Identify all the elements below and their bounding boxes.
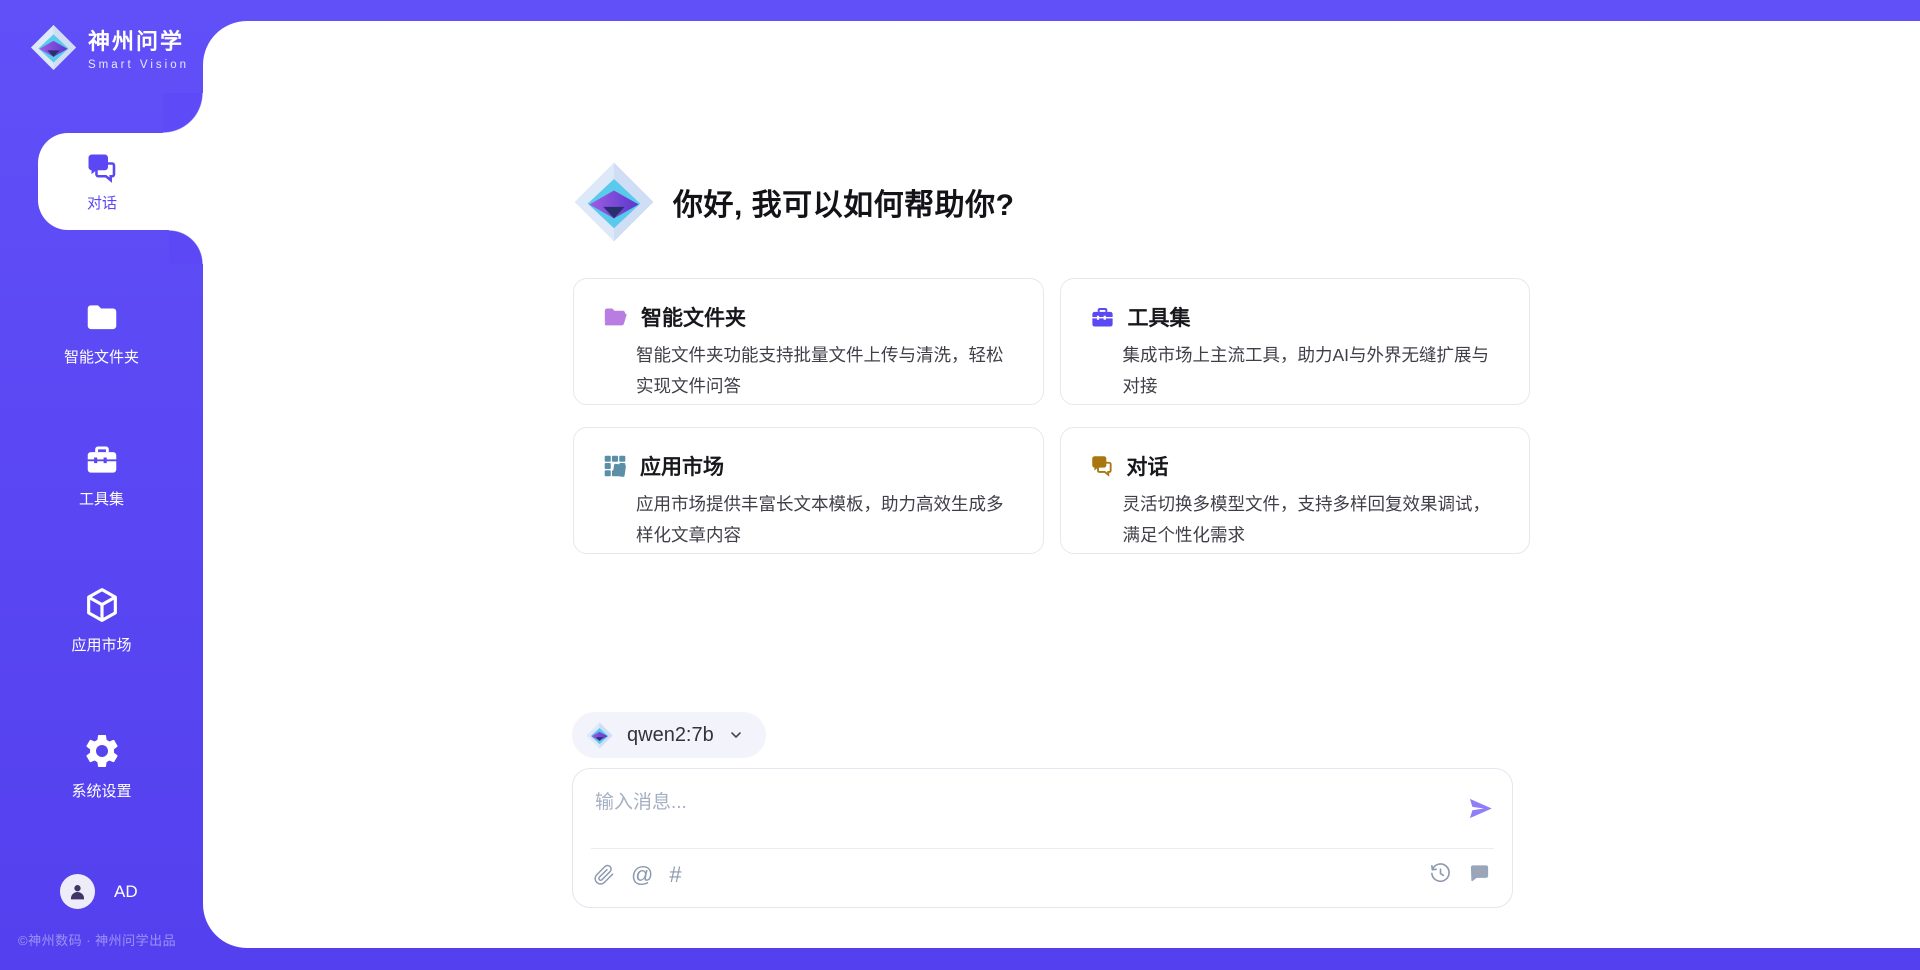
folder-icon [83,299,121,337]
sidebar-item-label: 工具集 [79,488,124,509]
at-icon[interactable]: @ [631,862,653,888]
brand-subtitle: Smart Vision [88,59,189,71]
gear-icon [82,731,122,771]
history-icon[interactable] [1429,862,1452,885]
copyright-text: ©神州数码 · 神州问学出品 [18,930,176,949]
card-title: 智能文件夹 [641,302,746,332]
model-diamond-icon [586,722,613,749]
sidebar-item-label: 智能文件夹 [64,346,139,367]
sidebar-item-chat[interactable]: 对话 [38,133,210,230]
card-toolset[interactable]: 工具集 集成市场上主流工具，助力AI与外界无缝扩展与对接 [1060,278,1531,405]
sidebar-item-smart-folder[interactable]: 智能文件夹 [0,299,203,367]
tab-fillet-bottom [169,230,203,264]
model-selector[interactable]: qwen2:7b [572,712,766,758]
greeting: 你好, 我可以如何帮助你? [573,161,1015,243]
user-initials: AD [114,882,138,902]
card-smart-folder[interactable]: 智能文件夹 智能文件夹功能支持批量文件上传与清洗，轻松实现文件问答 [573,278,1044,405]
hash-icon[interactable]: # [669,862,681,888]
sidebar-item-label: 对话 [87,192,117,213]
feature-cards: 智能文件夹 智能文件夹功能支持批量文件上传与清洗，轻松实现文件问答 工具集 集成… [573,278,1530,554]
brand-name: 神州问学 [88,24,189,56]
card-title: 对话 [1127,451,1169,481]
message-icon[interactable] [1467,862,1492,885]
brand-diamond-icon [30,24,77,71]
sidebar-item-label: 应用市场 [71,634,131,655]
briefcase-icon [83,441,121,479]
message-composer[interactable]: 输入消息... @ # [572,768,1513,908]
card-desc: 集成市场上主流工具，助力AI与外界无缝扩展与对接 [1123,340,1505,402]
greeting-title: 你好, 我可以如何帮助你? [673,180,1015,224]
briefcase-icon [1089,304,1116,331]
card-desc: 灵活切换多模型文件，支持多样回复效果调试，满足个性化需求 [1123,489,1505,551]
paperclip-icon[interactable] [593,863,615,887]
message-input[interactable]: 输入消息... [595,787,687,814]
card-title: 工具集 [1128,302,1191,332]
chat-bubbles-icon [1089,453,1115,479]
sidebar-item-settings[interactable]: 系统设置 [0,731,203,801]
sidebar-item-toolset[interactable]: 工具集 [0,441,203,509]
main-panel: 你好, 我可以如何帮助你? 智能文件夹 智能文件夹功能支持批量文件上传与清洗，轻… [203,21,1920,948]
chevron-down-icon [728,727,744,743]
folder-open-icon [602,304,629,331]
avatar [60,874,95,909]
person-icon [67,881,88,902]
chat-bubbles-icon [84,150,120,186]
card-title: 应用市场 [640,451,724,481]
sidebar-item-app-market[interactable]: 应用市场 [0,585,203,655]
card-app-market[interactable]: 应用市场 应用市场提供丰富长文本模板，助力高效生成多样化文章内容 [573,427,1044,554]
cube-icon [82,585,122,625]
card-chat[interactable]: 对话 灵活切换多模型文件，支持多样回复效果调试，满足个性化需求 [1060,427,1531,554]
model-name: qwen2:7b [627,724,714,747]
sidebar-item-label: 系统设置 [71,780,131,801]
app-grid-icon [602,453,628,479]
brand: 神州问学 Smart Vision [30,24,189,71]
card-desc: 智能文件夹功能支持批量文件上传与清洗，轻松实现文件问答 [636,340,1018,402]
user-profile[interactable]: AD [60,874,138,909]
tab-fillet-top [163,93,203,133]
assistant-diamond-icon [573,161,655,243]
card-desc: 应用市场提供丰富长文本模板，助力高效生成多样化文章内容 [636,489,1018,551]
send-icon[interactable] [1467,795,1494,822]
composer-divider [591,848,1494,849]
